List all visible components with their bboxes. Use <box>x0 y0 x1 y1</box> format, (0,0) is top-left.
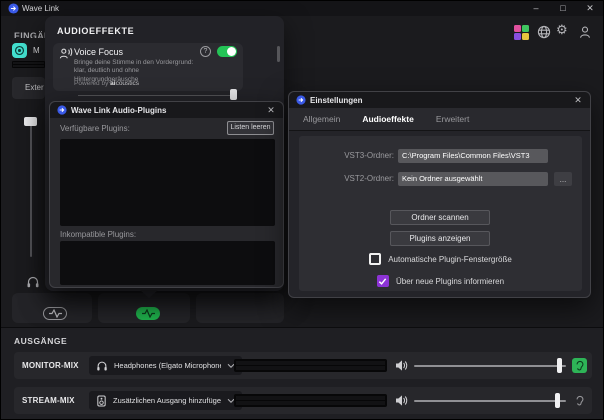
input-device-button[interactable]: Exter <box>12 77 45 99</box>
settings-dialog: Einstellungen ✕ Allgemein Audioeffekte E… <box>288 91 591 298</box>
incompatible-plugins-list[interactable] <box>60 241 275 285</box>
stream-mix-label: STREAM-MIX <box>22 387 75 414</box>
incompatible-plugins-label: Inkompatible Plugins: <box>60 230 136 239</box>
speaker-icon <box>395 359 408 372</box>
input-fader-track <box>30 119 32 257</box>
voice-focus-title: Voice Focus <box>74 47 123 57</box>
waveform-icon <box>48 309 63 318</box>
stream-listen-button[interactable] <box>572 393 587 408</box>
clear-lists-button[interactable]: Listen leeren <box>227 121 274 135</box>
monitor-device-dropdown[interactable]: Headphones (Elgato Microphone) <box>89 356 242 375</box>
voice-focus-toggle[interactable] <box>217 46 237 57</box>
microphone-icon <box>14 45 25 56</box>
plugins-dialog-titlebar: Wave Link Audio-Plugins ✕ <box>50 102 283 118</box>
wave-link-window: Wave Link – □ ✕ EINGÄNGE ⚙ M Ext <box>0 0 604 420</box>
auto-window-size-label: Automatische Plugin-Fenstergröße <box>388 255 512 264</box>
marketplace-icon[interactable] <box>514 25 529 40</box>
voice-focus-icon <box>59 47 73 61</box>
window-title: Wave Link <box>22 4 59 13</box>
speaker-box-icon <box>96 395 107 407</box>
vst2-folder-field[interactable]: Kein Ordner ausgewählt <box>398 172 548 186</box>
effect-intensity-handle[interactable] <box>230 89 237 100</box>
headphones-icon <box>96 360 108 372</box>
settings-content-card: VST3-Ordner: C:\Program Files\Common Fil… <box>299 136 582 291</box>
ear-icon <box>575 360 585 372</box>
stream-volume-handle[interactable] <box>555 393 560 408</box>
stream-level-meter <box>234 394 387 407</box>
wave-link-logo-icon <box>8 3 19 14</box>
voice-focus-powered-by: Powered by aicoustics <box>74 80 139 87</box>
available-plugins-list[interactable] <box>60 139 275 226</box>
input-level-meter <box>12 61 45 68</box>
notify-new-plugins-checkbox[interactable] <box>377 275 389 287</box>
notify-new-plugins-row: Über neue Plugins informieren <box>299 275 582 287</box>
stream-device-value: Zusätzlichen Ausgang hinzufügen <box>113 396 221 405</box>
wave-link-logo-icon <box>296 95 306 105</box>
browse-folder-button[interactable]: ... <box>554 172 572 186</box>
stream-volume-slider[interactable] <box>414 391 566 410</box>
plugins-dialog: Wave Link Audio-Plugins ✕ Verfügbare Plu… <box>49 101 284 288</box>
user-account-icon[interactable] <box>578 25 592 39</box>
auto-window-size-row: Automatische Plugin-Fenstergröße <box>299 253 582 265</box>
waveform-icon <box>141 309 156 318</box>
notify-new-plugins-label: Über neue Plugins informieren <box>396 277 504 286</box>
fx-toggle-inactive[interactable] <box>43 307 67 320</box>
effect-intensity-track <box>78 95 231 96</box>
close-icon[interactable]: ✕ <box>263 102 279 118</box>
voice-focus-card: Voice Focus ? Bringe deine Stimme in den… <box>53 43 243 91</box>
plugins-dialog-title: Wave Link Audio-Plugins <box>71 106 166 115</box>
vst2-folder-label: VST2-Ordner: <box>299 172 394 186</box>
vst3-folder-label: VST3-Ordner: <box>299 149 394 163</box>
settings-dialog-title: Einstellungen <box>310 96 362 105</box>
stream-mix-row: STREAM-MIX Zusätzlichen Ausgang hinzufüg… <box>14 387 592 414</box>
auto-window-size-checkbox[interactable] <box>369 253 381 265</box>
settings-tabs: Allgemein Audioeffekte Erweitert <box>289 108 590 131</box>
check-icon <box>378 277 387 286</box>
tab-inputs[interactable]: EINGÄNGE <box>14 31 45 38</box>
vst3-folder-field[interactable]: C:\Program Files\Common Files\VST3 <box>398 149 548 163</box>
monitor-listen-button[interactable] <box>572 358 587 373</box>
panel-pointer <box>140 290 158 298</box>
minimize-button[interactable]: – <box>529 1 543 16</box>
close-button[interactable]: ✕ <box>583 1 597 16</box>
monitor-mix-row: MONITOR-MIX Headphones (Elgato Microphon… <box>14 352 592 379</box>
headphones-icon <box>26 275 40 289</box>
microphone-channel-button[interactable] <box>12 43 27 58</box>
effects-panel-title: AUDIOEFFEKTE <box>57 26 134 36</box>
speaker-icon <box>395 394 408 407</box>
close-icon[interactable]: ✕ <box>570 92 586 108</box>
show-plugins-button[interactable]: Plugins anzeigen <box>390 231 490 246</box>
monitor-volume-slider[interactable] <box>414 356 566 375</box>
panel-scrollbar[interactable] <box>277 46 280 62</box>
maximize-button[interactable]: □ <box>556 1 570 16</box>
monitor-level-meter <box>234 359 387 372</box>
help-icon[interactable]: ? <box>200 46 211 57</box>
monitor-mix-label: MONITOR-MIX <box>22 352 79 379</box>
settings-dialog-titlebar: Einstellungen ✕ <box>289 92 590 108</box>
globe-icon[interactable] <box>537 25 551 39</box>
gear-icon[interactable]: ⚙ <box>556 22 568 38</box>
monitor-device-value: Headphones (Elgato Microphone) <box>114 361 221 370</box>
outputs-section-title: AUSGÄNGE <box>14 336 67 346</box>
scan-folders-button[interactable]: Ordner scannen <box>390 210 490 225</box>
input-fader-handle[interactable] <box>24 117 37 126</box>
tab-erweitert[interactable]: Erweitert <box>436 114 470 124</box>
tab-audioeffekte[interactable]: Audioeffekte <box>362 114 413 124</box>
channel-name-label: M <box>33 46 40 55</box>
ear-icon <box>575 395 585 407</box>
titlebar: Wave Link – □ ✕ <box>1 1 604 16</box>
wave-link-logo-icon <box>57 105 67 115</box>
monitor-volume-handle[interactable] <box>557 358 562 373</box>
channel-strip-footer <box>196 293 284 323</box>
tab-allgemein[interactable]: Allgemein <box>303 114 340 124</box>
available-plugins-label: Verfügbare Plugins: <box>60 124 130 133</box>
fx-toggle-active[interactable] <box>136 307 160 320</box>
stream-device-dropdown[interactable]: Zusätzlichen Ausgang hinzufügen <box>89 391 242 410</box>
outputs-section: AUSGÄNGE MONITOR-MIX Headphones (Elgato … <box>1 327 604 420</box>
